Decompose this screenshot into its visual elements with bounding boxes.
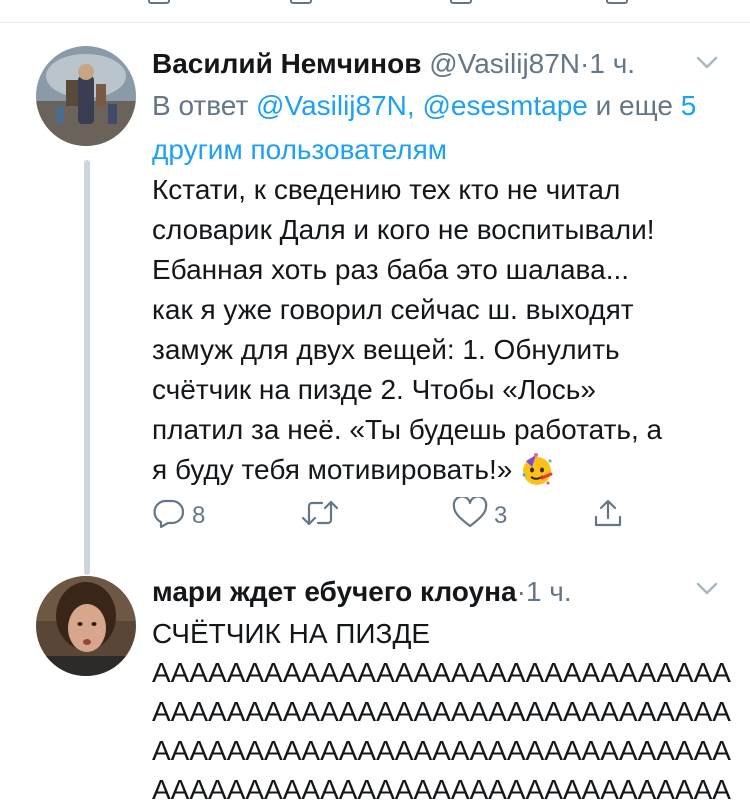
tweet-line: платил за неё. «Ты будешь работать, а — [152, 414, 663, 445]
avatar-image — [36, 576, 136, 676]
tweet-line: я буду тебя мотивировать!» — [152, 454, 513, 485]
reply-prefix: В ответ — [152, 90, 249, 121]
mention-link[interactable]: @Vasilij87N, — [256, 90, 415, 121]
share-icon — [592, 497, 624, 536]
retweet-button[interactable] — [300, 498, 346, 534]
reply-icon — [152, 498, 186, 535]
avatar[interactable] — [36, 576, 136, 676]
tweet-line: СЧЁТЧИК НА ПИЗДЕ — [152, 618, 431, 649]
tweet-line: ААААААААААААААААААААААААААААААА — [152, 735, 731, 766]
like-count: 3 — [494, 502, 508, 529]
tweet-divider — [0, 22, 750, 23]
author-handle[interactable]: @Vasilij87N — [429, 48, 580, 79]
tweet-line: замуж для двух вещей: 1. Обнулить — [152, 334, 620, 365]
partying-face-emoji-icon — [520, 453, 554, 498]
tweet-body: Кстати, к сведению тех кто не читал слов… — [152, 170, 732, 498]
tweet-line: как я уже говорил сейчас ш. выходят — [152, 294, 634, 325]
reply-count: 8 — [192, 502, 206, 529]
tweet-line: ААААААААААААААААААААААААААААААА — [152, 696, 731, 727]
chevron-down-icon[interactable] — [696, 582, 718, 601]
tweet-line: словарик Даля и кого не воспитывали! — [152, 214, 655, 245]
mention-link[interactable]: @esesmtape — [422, 90, 587, 121]
share-icon[interactable] — [606, 0, 628, 4]
reply-context: В ответ @Vasilij87N, @esesmtape и еще 5 … — [152, 84, 732, 172]
tweet-line: Кстати, к сведению тех кто не читал — [152, 174, 621, 205]
tweet-actions: 8 3 — [152, 494, 712, 536]
author-name[interactable]: мари ждет ебучего клоуна — [152, 576, 517, 607]
retweet-icon — [300, 498, 340, 535]
retweet-icon[interactable] — [290, 0, 312, 4]
tweet-line: счётчик на пизде 2. Чтобы «Лось» — [152, 374, 596, 405]
author-name[interactable]: Василий Немчинов — [152, 48, 421, 79]
chevron-down-icon[interactable] — [696, 56, 718, 75]
previous-tweet-action-bar — [0, 0, 750, 22]
tweet-header: мари ждет ебучего клоуна·1 ч. — [152, 574, 572, 610]
tweet-time[interactable]: 1 ч. — [526, 576, 572, 607]
avatar-image — [36, 46, 136, 146]
tweet-time[interactable]: 1 ч. — [589, 48, 635, 79]
tweet-line: Ебанная хоть раз баба это шалава... — [152, 254, 630, 285]
reply-conjunction: и еще — [595, 90, 673, 121]
separator-dot: · — [516, 576, 526, 607]
reply-button[interactable]: 8 — [152, 498, 205, 534]
tweet-line: ААААААААААААААААААААААААААААААА — [152, 657, 731, 688]
reply-icon[interactable] — [148, 0, 170, 4]
thread-connector-line — [84, 160, 90, 575]
avatar[interactable] — [36, 46, 136, 146]
tweet-body: СЧЁТЧИК НА ПИЗДЕ ААААААААААААААААААААААА… — [152, 614, 742, 809]
share-button[interactable] — [592, 498, 624, 534]
tweet-header: Василий Немчинов @Vasilij87N·1 ч. — [152, 46, 635, 82]
like-icon[interactable] — [450, 0, 472, 4]
tweet-line: ААААААААААААААААААААААААААААААА — [152, 774, 731, 805]
separator-dot: · — [580, 48, 590, 79]
heart-icon — [452, 494, 488, 536]
like-button[interactable]: 3 — [452, 494, 508, 536]
